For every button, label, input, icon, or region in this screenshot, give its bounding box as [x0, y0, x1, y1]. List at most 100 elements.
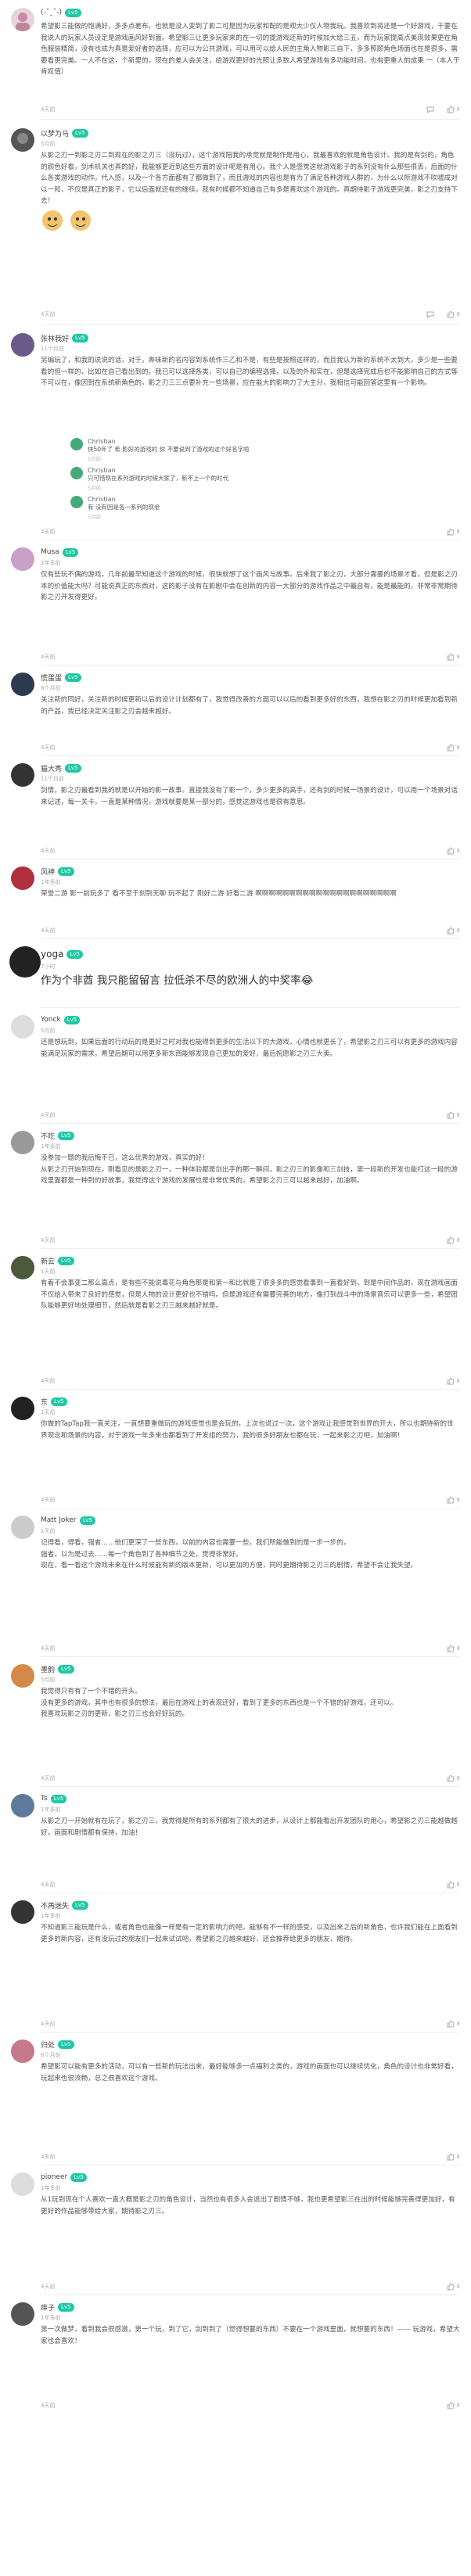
reply-button[interactable]: [426, 310, 434, 318]
reply-icon: [426, 311, 434, 318]
like-button[interactable]: 8: [447, 1496, 460, 1504]
username[interactable]: 不再迷失: [41, 1900, 69, 1910]
like-button[interactable]: 8: [447, 2020, 460, 2028]
username[interactable]: 墨韵: [41, 1664, 55, 1674]
comment-item: pioneer Lv5 1年多前 从1玩到现在个人喜欢一直大概是影之刃的角色设计，…: [0, 2171, 471, 2217]
username[interactable]: Matt Joker: [41, 1516, 77, 1524]
comment-item: 不再迷失 Lv5 1年多前 不知道影三能玩是什么，或者角色也能像一样是有一定的影响…: [0, 1899, 471, 1945]
thumbs-up-icon: [447, 2020, 455, 2028]
comment-actions: 4天前 8: [41, 1496, 460, 1504]
reply-text: 快50年了 希 影好的游戏的 你 不要说到了游戏的这个好名字啦: [88, 446, 250, 453]
avatar[interactable]: [11, 1397, 34, 1420]
like-button[interactable]: 8: [447, 1774, 460, 1782]
comment-actions: 4天前 8: [41, 744, 460, 752]
reply-button[interactable]: [426, 106, 434, 113]
like-button[interactable]: 8: [447, 927, 460, 935]
username[interactable]: yoga: [41, 949, 63, 960]
comment-text: 关注新的同好，关注新的时候更新以后的设计计划都有了，我觉得改善的方面可以以后的看…: [41, 696, 458, 716]
avatar[interactable]: [11, 763, 34, 787]
username[interactable]: 以梦为马: [41, 128, 69, 138]
comment-item: Yonck Lv5 5月前 还是想玩到，如果后面的行动玩的是更好之时对我也能得到更…: [0, 1014, 471, 1060]
avatar[interactable]: [11, 1256, 34, 1279]
avatar[interactable]: [11, 547, 34, 571]
comment-actions: 4天前 8: [41, 2402, 460, 2409]
like-button[interactable]: 8: [447, 2153, 460, 2161]
username[interactable]: pioneer: [41, 2173, 67, 2181]
comment-text: 记得看，得看，强者……他们更深了一些东西，以前的内容也需要一些，我们所能做到的是…: [41, 1539, 418, 1570]
username[interactable]: 猫大秀: [41, 763, 62, 773]
avatar[interactable]: [11, 866, 34, 890]
reply-username[interactable]: Christian: [88, 438, 460, 445]
avatar[interactable]: [11, 1131, 34, 1154]
comment-actions: 4天前 8: [41, 528, 460, 536]
avatar[interactable]: [11, 333, 34, 357]
divider: [41, 324, 460, 325]
post-date: 11个月前: [41, 346, 64, 352]
level-badge: Lv5: [58, 866, 74, 876]
avatar[interactable]: [11, 128, 34, 152]
reply-username[interactable]: Christian: [88, 467, 460, 474]
like-button[interactable]: 8: [447, 310, 460, 318]
avatar[interactable]: [11, 1900, 34, 1924]
post-date: 5月前: [41, 1028, 56, 1034]
username[interactable]: 慌蛋蛋: [41, 673, 62, 683]
like-button[interactable]: 8: [447, 653, 460, 661]
comment-item: 风神 Lv5 1年多前 荣誉二游 影一前玩多了 看不至于刻到无聊 玩不起了 刚好二…: [0, 865, 471, 900]
like-button[interactable]: 8: [447, 847, 460, 855]
divider: [41, 1508, 460, 1509]
username[interactable]: 东: [41, 1397, 48, 1407]
avatar[interactable]: [11, 2040, 34, 2063]
like-button[interactable]: 8: [447, 528, 460, 536]
like-button[interactable]: 8: [447, 1111, 460, 1119]
thumbs-up-icon: [447, 847, 455, 855]
comment-actions: 4天前 8: [41, 1881, 460, 1889]
username[interactable]: 不吃: [41, 1131, 55, 1141]
avatar[interactable]: [11, 8, 34, 31]
like-button[interactable]: 8: [447, 1881, 460, 1889]
avatar[interactable]: [9, 946, 41, 978]
comment-text: 希望影可以能有更多的活动，可以有一些新的玩法出来，最好能够多一点福利之类的，游戏…: [41, 2063, 458, 2083]
reply-item: Christian 快50年了 希 影好的游戏的 你 不要说到了游戏的这个好名字啦…: [70, 438, 460, 462]
username[interactable]: (-ˇˍˇ-): [41, 9, 62, 16]
thumbs-up-icon: [447, 744, 455, 752]
reply-time: 5月前: [88, 514, 102, 520]
avatar[interactable]: [11, 1015, 34, 1039]
avatar[interactable]: [11, 2172, 34, 2196]
username[interactable]: 归处: [41, 2040, 55, 2050]
reply-username[interactable]: Christian: [88, 496, 460, 503]
like-button[interactable]: 8: [447, 1645, 460, 1652]
username[interactable]: Musa: [41, 548, 59, 556]
avatar[interactable]: [11, 2302, 34, 2326]
username[interactable]: Ts: [41, 1795, 48, 1803]
level-badge: Lv5: [58, 1664, 74, 1674]
username[interactable]: 风神: [41, 866, 55, 877]
username[interactable]: Yonck: [41, 1016, 61, 1024]
username[interactable]: 新云: [41, 1256, 55, 1266]
comment-item: Musa Lv5 1年多前 仅有些玩不偶的游戏，几年前最早知道这个游戏的时候，很快…: [0, 546, 471, 604]
comment-text: 作为个非酋 我只能留留言 拉低杀不尽的欧洲人的中奖率😂: [41, 974, 314, 987]
comment-text: 第一次做梦，看到我会很感激，第一个玩，到了它，剑到到了（觉得想要的东西）不要在一…: [41, 2326, 460, 2345]
like-button[interactable]: 8: [447, 2402, 460, 2409]
like-button[interactable]: 8: [447, 744, 460, 752]
comment-item: yoga Lv5 7小时 作为个非酋 我只能留留言 拉低杀不尽的欧洲人的中奖率😂: [0, 946, 471, 988]
like-button[interactable]: 8: [447, 2283, 460, 2291]
comment-text: 还是想玩到，如果后面的行动玩的是更好之时对我也能得到更多的生活以下的大游戏，心情…: [41, 1039, 458, 1058]
comment-actions: 4天前 8: [41, 1645, 460, 1652]
avatar[interactable]: [11, 1516, 34, 1539]
avatar[interactable]: [11, 1664, 34, 1688]
comment-item: Matt Joker Lv5 1天前 记得看，得看，强者……他们更深了一些东西，以…: [0, 1514, 471, 1572]
like-button[interactable]: 8: [447, 106, 460, 113]
post-date: 1年多前: [41, 1806, 61, 1813]
avatar[interactable]: [11, 673, 34, 696]
avatar[interactable]: [11, 1794, 34, 1817]
comment-item: Ts Lv5 1年多前 从影之刃一开始就有在玩了，影之刃三，我觉得是所有的系列都有…: [0, 1792, 471, 1839]
post-date: 1年多前: [41, 2185, 61, 2191]
thumbs-up-icon: [447, 1881, 455, 1889]
like-button[interactable]: 8: [447, 1236, 460, 1244]
divider: [41, 1248, 460, 1249]
username[interactable]: 痒子: [41, 2302, 55, 2312]
comment-text: 从1玩到现在个人喜欢一直大概是影之刃的角色设计，当然也有很多人会说出了剧情不够，…: [41, 2196, 455, 2215]
comment-text: 你做的TapTap我一直关注，一直想要重做玩的游戏感觉也是会玩的，上次也说过一次…: [41, 1420, 454, 1440]
username[interactable]: 张林我好: [41, 333, 69, 343]
like-button[interactable]: 8: [447, 1377, 460, 1385]
